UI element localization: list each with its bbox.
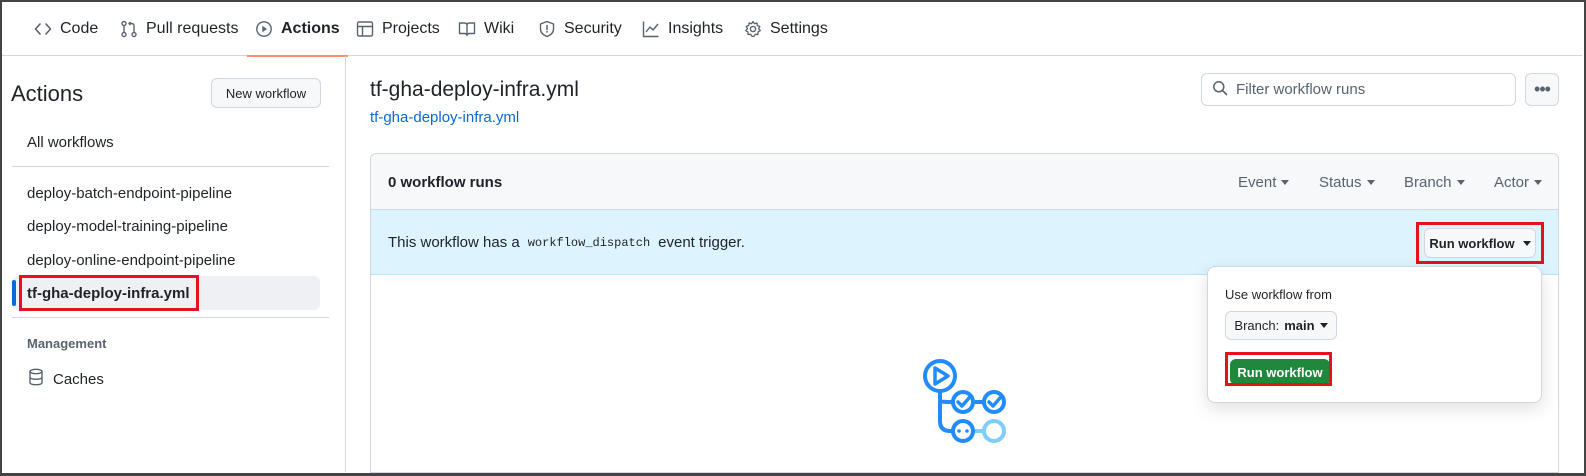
status-filter-dropdown[interactable]: Status (1319, 174, 1375, 191)
divider (12, 317, 329, 318)
sidebar-item-workflow[interactable]: deploy-model-training-pipeline (27, 218, 228, 235)
kebab-horizontal-icon: ••• (1534, 79, 1551, 99)
branch-select-button[interactable]: Branch: main (1225, 311, 1337, 340)
branch-filter-dropdown[interactable]: Branch (1404, 174, 1465, 191)
divider (12, 166, 329, 167)
play-icon (255, 20, 273, 38)
tab-label: Wiki (484, 20, 515, 37)
highlight-box (19, 275, 199, 311)
branch-value: main (1284, 318, 1315, 333)
sidebar-item-all-workflows[interactable]: All workflows (27, 134, 114, 151)
shield-icon (538, 20, 556, 38)
page-title: tf-gha-deploy-infra.yml (370, 78, 579, 101)
code-icon (34, 20, 52, 38)
tab-projects[interactable]: Projects (356, 2, 440, 56)
workflow-file-link[interactable]: tf-gha-deploy-infra.yml (370, 109, 519, 126)
database-icon (27, 368, 45, 390)
tab-wiki[interactable]: Wiki (458, 2, 514, 56)
dispatch-code: workflow_dispatch (527, 235, 651, 250)
management-heading: Management (27, 336, 107, 351)
book-icon (458, 20, 476, 38)
tab-label: Projects (382, 20, 440, 37)
dispatch-message: This workflow has a workflow_dispatch ev… (388, 234, 745, 251)
caret-down-icon (1366, 180, 1375, 185)
highlight-box (1416, 222, 1544, 264)
tab-label: Code (60, 20, 99, 37)
actions-sidebar: Actions New workflow All workflows deplo… (2, 56, 346, 472)
branch-prefix: Branch: (1234, 318, 1280, 333)
filter-label: Actor (1494, 174, 1530, 191)
caret-down-icon (1534, 180, 1543, 185)
selected-indicator (12, 280, 16, 306)
pull-request-icon (120, 20, 138, 38)
search-icon (1212, 80, 1228, 100)
gear-icon (744, 20, 762, 38)
caret-down-icon (1319, 323, 1328, 328)
tab-actions[interactable]: Actions (247, 2, 348, 57)
filter-placeholder: Filter workflow runs (1236, 81, 1366, 98)
tab-pull-requests[interactable]: Pull requests (120, 2, 239, 56)
runs-header: 0 workflow runs Event Status Branch Acto… (371, 154, 1558, 210)
dispatch-text-suffix: event trigger. (658, 234, 745, 251)
sidebar-item-workflow[interactable]: deploy-batch-endpoint-pipeline (27, 185, 232, 202)
dispatch-text-prefix: This workflow has a (388, 234, 520, 251)
tab-label: Pull requests (146, 20, 239, 37)
workflow-illustration (918, 355, 1018, 455)
tab-label: Insights (668, 20, 724, 37)
tab-security[interactable]: Security (538, 2, 622, 56)
sidebar-item-workflow[interactable]: deploy-online-endpoint-pipeline (27, 252, 235, 269)
tab-code[interactable]: Code (34, 2, 98, 56)
new-workflow-button[interactable]: New workflow (211, 78, 321, 108)
use-workflow-from-label: Use workflow from (1225, 287, 1332, 302)
actor-filter-dropdown[interactable]: Actor (1494, 174, 1543, 191)
highlight-box (1225, 352, 1332, 386)
sidebar-title: Actions (11, 81, 84, 106)
filter-workflow-runs-input[interactable]: Filter workflow runs (1201, 73, 1516, 106)
tab-insights[interactable]: Insights (642, 2, 723, 56)
table-icon (356, 20, 374, 38)
more-options-button[interactable]: ••• (1525, 73, 1559, 106)
caret-down-icon (1281, 180, 1290, 185)
sidebar-item-caches[interactable]: Caches (27, 368, 104, 390)
runs-count: 0 workflow runs (388, 174, 503, 191)
caches-label: Caches (53, 370, 104, 388)
event-filter-dropdown[interactable]: Event (1238, 174, 1290, 191)
caret-down-icon (1456, 180, 1465, 185)
tab-label: Security (564, 20, 622, 37)
filter-label: Status (1319, 174, 1362, 191)
tab-label: Settings (770, 20, 828, 37)
tab-label: Actions (281, 20, 340, 37)
tab-settings[interactable]: Settings (744, 2, 828, 56)
filter-label: Branch (1404, 174, 1452, 191)
graph-icon (642, 20, 660, 38)
filter-label: Event (1238, 174, 1277, 191)
repo-nav: Code Pull requests Actions Projects Wiki… (2, 2, 1582, 57)
